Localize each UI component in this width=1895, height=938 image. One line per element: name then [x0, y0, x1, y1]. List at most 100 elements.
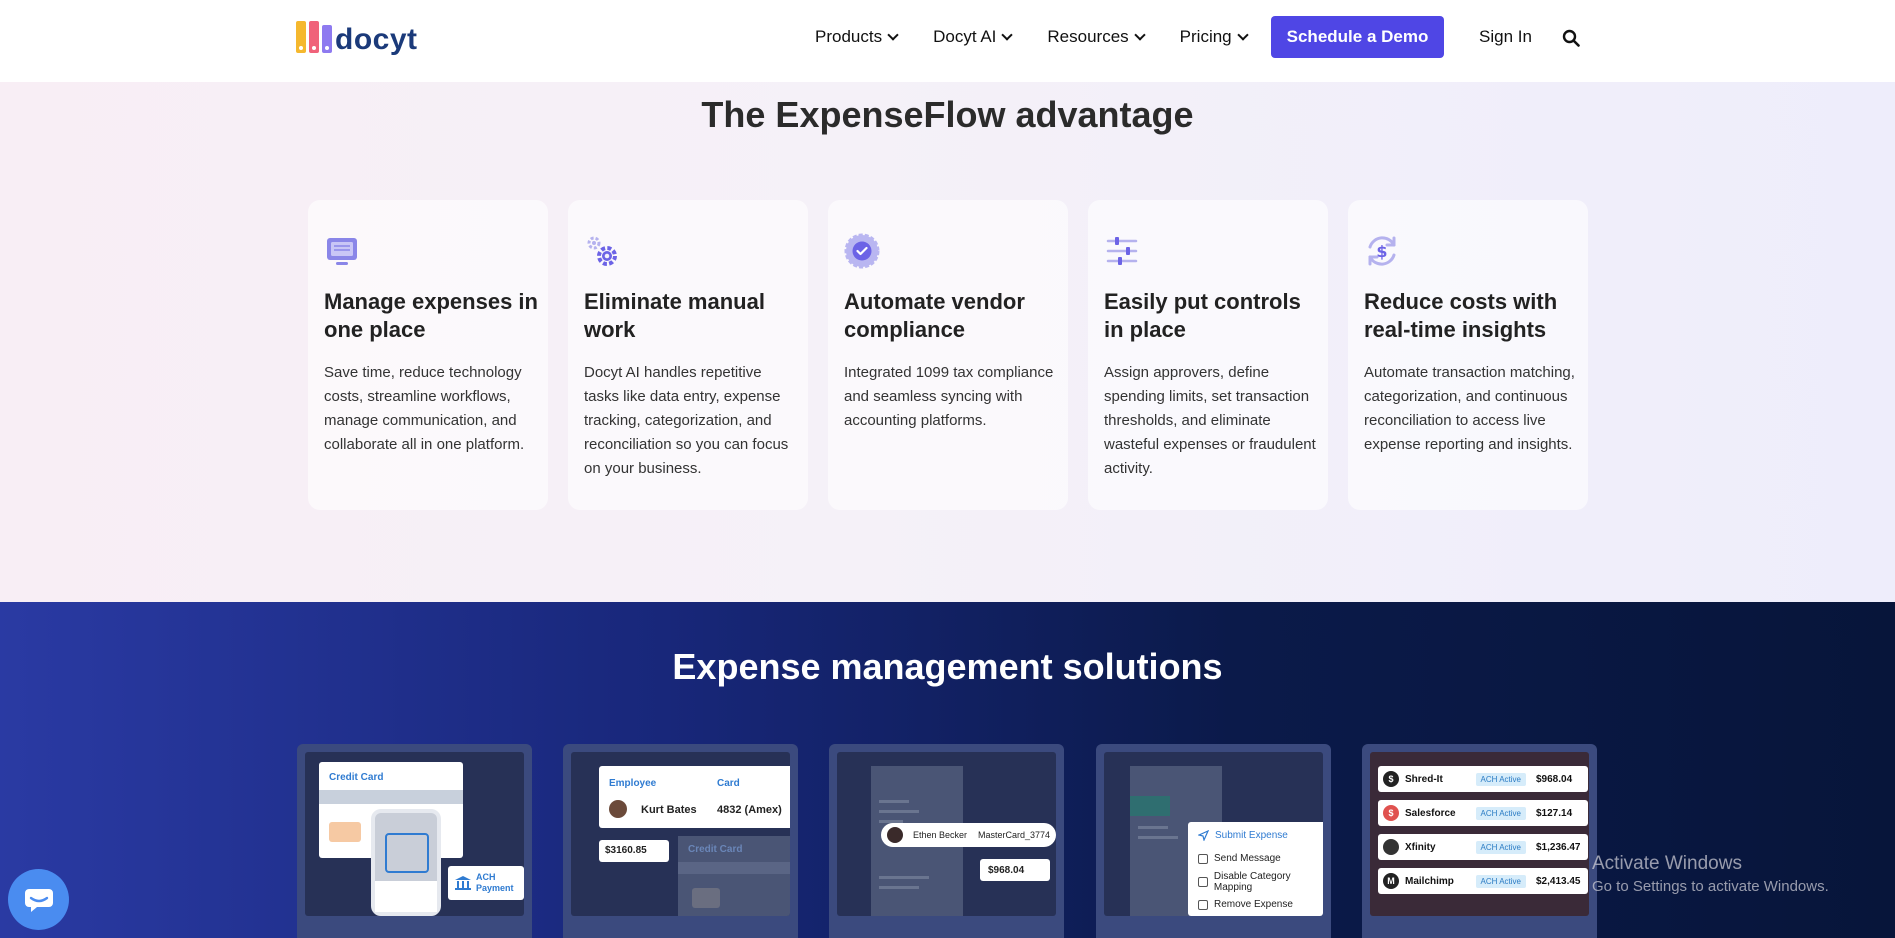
nav-docyt-ai-label: Docyt AI — [933, 27, 997, 46]
vendor-row: M Mailchimp ACH Active $2,413.45 — [1378, 868, 1588, 894]
vendor-amount: $968.04 — [1536, 773, 1573, 785]
schedule-demo-button[interactable]: Schedule a Demo — [1271, 16, 1444, 58]
message-icon — [1198, 853, 1208, 864]
card-title: Reduce costs with real-time insights — [1364, 289, 1558, 342]
menu-label: Remove Expense — [1214, 899, 1293, 910]
sliders-icon — [1106, 237, 1138, 265]
badge-check-icon — [844, 233, 880, 269]
remove-expense-item[interactable]: Remove Expense — [1188, 893, 1323, 916]
solution-card[interactable]: $ Shred-It ACH Active $968.04 $ Salesfor… — [1362, 744, 1597, 938]
chevron-down-icon — [1001, 28, 1014, 41]
windows-activation-title: Activate Windows — [1592, 853, 1742, 874]
solution-preview: Employee Card Kurt Bates 4832 (Amex) $31… — [571, 752, 790, 916]
credit-card-panel: Credit Card — [678, 836, 790, 916]
send-icon — [1198, 830, 1209, 841]
card-column-header: Card — [717, 778, 740, 789]
solution-card[interactable]: Employee Card Kurt Bates 4832 (Amex) $31… — [563, 744, 798, 938]
nav-products[interactable]: Products — [815, 27, 899, 47]
solutions-title: Expense management solutions — [672, 646, 1223, 687]
solution-card[interactable]: Credit Card ACH Payment — [297, 744, 532, 938]
logo-mark — [296, 21, 332, 53]
vendor-name: Salesforce — [1405, 807, 1456, 819]
vendor-row: $ Shred-It ACH Active $968.04 — [1378, 766, 1588, 792]
solution-preview: Ethen Becker MasterCard_3774 $968.04 — [837, 752, 1056, 916]
phone-scanner — [371, 809, 441, 916]
credit-card-label: Credit Card — [688, 844, 743, 855]
avatar — [887, 827, 903, 843]
menu-label: Submit Expense — [1215, 830, 1288, 841]
bank-icon — [455, 876, 471, 890]
nav-pricing-label: Pricing — [1179, 27, 1232, 46]
avatar — [609, 800, 627, 818]
nav-docyt-ai[interactable]: Docyt AI — [933, 27, 1014, 47]
ach-status-badge: ACH Active — [1475, 840, 1526, 854]
advantage-card: Eliminate manual work Docyt AI handles r… — [568, 200, 808, 510]
top-navigation: docyt Products Docyt AI Resources Pricin… — [0, 0, 1895, 82]
vendor-amount: $1,236.47 — [1536, 841, 1581, 853]
search-icon[interactable] — [1562, 29, 1580, 47]
advantage-card: Easily put controls in place Assign appr… — [1088, 200, 1328, 510]
card-text: Save time, reduce technology costs, stre… — [324, 364, 525, 453]
nav-resources[interactable]: Resources — [1047, 27, 1146, 47]
chevron-down-icon — [887, 28, 899, 41]
employee-name: Kurt Bates — [641, 804, 697, 816]
solution-preview: Submit Expense Send Message Disable Cate… — [1104, 752, 1323, 916]
logo-text: docyt — [335, 23, 418, 56]
nav-products-label: Products — [815, 27, 883, 46]
send-message-item[interactable]: Send Message — [1188, 847, 1323, 870]
ach-status-badge: ACH Active — [1475, 806, 1526, 820]
solution-card[interactable]: Ethen Becker MasterCard_3774 $968.04 — [829, 744, 1064, 938]
card-title: Manage expenses in one place — [324, 289, 538, 342]
vendor-amount: $2,413.45 — [1536, 875, 1581, 887]
chat-launcher-button[interactable] — [8, 869, 69, 930]
employee-column-header: Employee — [609, 778, 657, 789]
chat-icon — [24, 888, 53, 912]
vendor-logo-icon: $ — [1383, 771, 1399, 787]
submit-expense-item[interactable]: Submit Expense — [1188, 824, 1323, 847]
sign-in-link[interactable]: Sign In — [1479, 27, 1532, 47]
vendor-name: Xfinity — [1405, 841, 1436, 853]
vendor-row: $ Salesforce ACH Active $127.14 — [1378, 800, 1588, 826]
ach-label: ACH — [476, 872, 496, 882]
nav-menu: Products Docyt AI Resources Pricing — [815, 0, 1283, 74]
chevron-down-icon — [1236, 28, 1249, 41]
vendor-logo-icon — [1383, 839, 1399, 855]
advantage-card: Automate vendor compliance Integrated 10… — [828, 200, 1068, 510]
vendor-logo-icon: $ — [1383, 805, 1399, 821]
solution-preview: $ Shred-It ACH Active $968.04 $ Salesfor… — [1370, 752, 1589, 916]
monitor-icon — [327, 238, 357, 265]
card-title: Easily put controls in place — [1104, 289, 1301, 342]
advantage-card: $ Reduce costs with real-time insights A… — [1348, 200, 1588, 510]
card-title: Automate vendor compliance — [844, 289, 1025, 342]
ach-status-badge: ACH Active — [1475, 772, 1526, 786]
employee-card-table: Employee Card Kurt Bates 4832 (Amex) — [599, 766, 790, 828]
disable-category-mapping-item[interactable]: Disable Category Mapping — [1188, 870, 1323, 893]
card-title: Eliminate manual work — [584, 289, 765, 342]
document-icon — [1198, 876, 1208, 887]
svg-text:$: $ — [1376, 242, 1387, 261]
expense-action-menu: Submit Expense Send Message Disable Cate… — [1188, 822, 1323, 916]
ach-payment-tag: ACH Payment — [448, 866, 524, 900]
vendor-name: Shred-It — [1405, 773, 1443, 785]
employee-name: Ethen Becker — [913, 830, 968, 840]
vendor-row: Xfinity ACH Active $1,236.47 — [1378, 834, 1588, 860]
docyt-logo[interactable]: docyt — [296, 21, 418, 56]
amount-dropdown: $968.04 — [980, 859, 1050, 881]
menu-label: Disable Category Mapping — [1213, 870, 1291, 893]
solution-card[interactable]: Submit Expense Send Message Disable Cate… — [1096, 744, 1331, 938]
employee-card-row: Ethen Becker MasterCard_3774 — [881, 823, 1056, 847]
credit-card-label: Credit Card — [329, 772, 384, 783]
trash-icon — [1198, 899, 1208, 910]
card-number: 4832 (Amex) — [717, 804, 782, 816]
ach-status-badge: ACH Active — [1475, 874, 1526, 888]
windows-activation-hint: Go to Settings to activate Windows. — [1592, 878, 1829, 895]
card-text: Automate transaction matching, categoriz… — [1364, 364, 1575, 453]
solution-preview: Credit Card ACH Payment — [305, 752, 524, 916]
dollar-cycle-icon: $ — [1368, 236, 1396, 266]
vendor-name: Mailchimp — [1405, 875, 1454, 887]
chevron-down-icon — [1134, 28, 1146, 41]
payment-label: Payment — [476, 883, 514, 893]
amount-dropdown: $3160.85 — [599, 840, 669, 862]
card-text: Docyt AI handles repetitive tasks like d… — [584, 364, 789, 477]
nav-pricing[interactable]: Pricing — [1179, 27, 1249, 47]
